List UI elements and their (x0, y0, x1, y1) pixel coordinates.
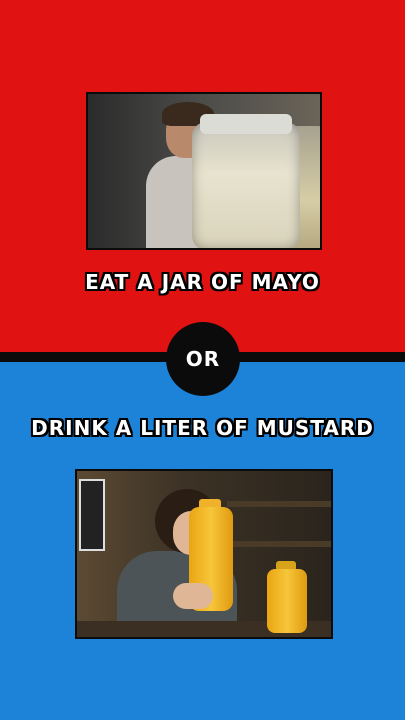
option-top-caption: EAT A JAR OF MAYO (85, 270, 320, 294)
second-mustard-bottle (267, 569, 307, 633)
mayo-jar (192, 122, 300, 248)
jar-lid (200, 114, 292, 134)
wall-frame (79, 479, 105, 551)
mustard-bottle-image (75, 469, 333, 639)
mayo-jar-image (86, 92, 322, 250)
hand (173, 583, 213, 609)
option-bottom-caption: DRINK A LITER OF MUSTARD (31, 416, 374, 440)
or-label: OR (185, 347, 221, 371)
shelf (227, 501, 331, 507)
shelf (227, 541, 331, 547)
or-badge: OR (166, 322, 240, 396)
